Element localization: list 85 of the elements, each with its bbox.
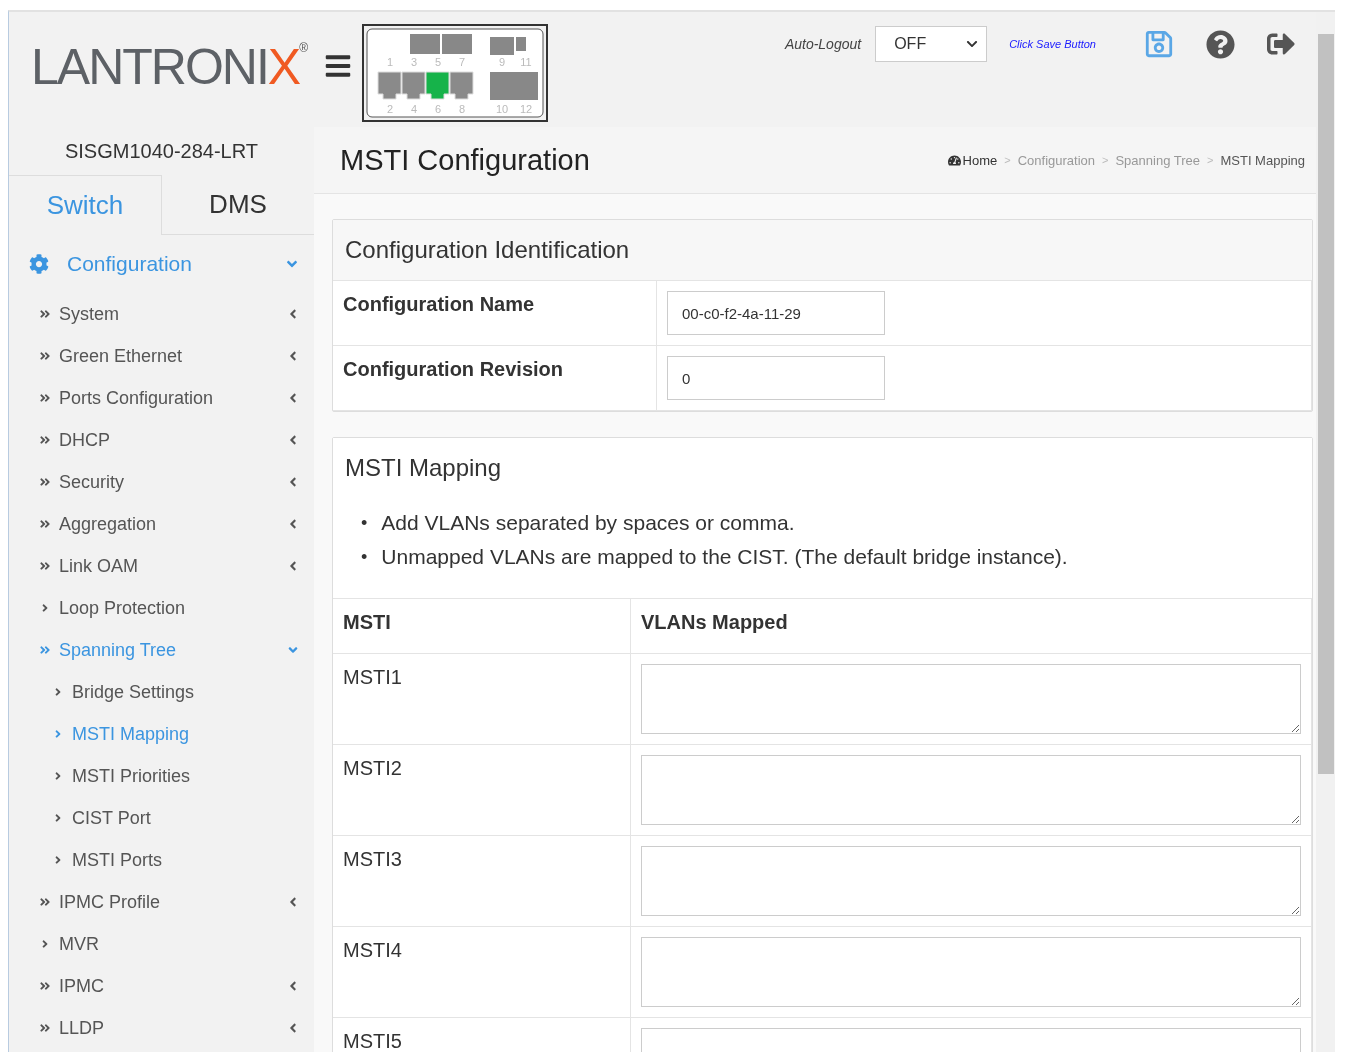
breadcrumb-link[interactable]: MSTI Mapping	[1220, 152, 1305, 168]
table-cell: MSTI3	[333, 836, 631, 927]
sfp-port-icon	[410, 34, 440, 54]
double-chevron-icon	[39, 308, 51, 320]
dashboard-icon	[947, 153, 961, 167]
menu-item[interactable]: Ports Configuration	[9, 377, 314, 419]
port-number: 2	[386, 103, 394, 115]
sfp-port-icon	[442, 34, 472, 54]
ethernet-port[interactable]	[401, 71, 426, 100]
port-number: 3	[410, 56, 418, 68]
page-title: MSTI Configuration	[340, 143, 590, 177]
breadcrumb-separator: >	[1102, 154, 1109, 166]
double-chevron-icon	[39, 560, 51, 572]
chevron-down-icon	[966, 38, 979, 50]
menu-item[interactable]: Green Ethernet	[9, 335, 314, 377]
field-label: Configuration Name	[333, 281, 657, 346]
breadcrumb-separator: >	[1004, 154, 1011, 166]
device-name: SISGM1040-284-LRT	[63, 138, 260, 164]
breadcrumb-separator: >	[1207, 154, 1214, 166]
gear-icon	[29, 254, 49, 274]
port-number: 7	[458, 56, 466, 68]
double-chevron-icon	[39, 980, 51, 992]
ethernet-port[interactable]	[425, 71, 450, 100]
double-chevron-icon	[39, 518, 51, 530]
save-icon[interactable]	[1144, 29, 1174, 59]
table-cell: MSTI1	[333, 654, 631, 745]
ethernet-port	[490, 37, 514, 55]
menu-item[interactable]: MSTI Priorities	[9, 755, 314, 797]
double-chevron-icon	[39, 350, 51, 362]
bullet: •	[361, 512, 368, 534]
vlans-text-area[interactable]	[641, 846, 1301, 916]
column-header: VLANs Mapped	[631, 599, 1312, 654]
menu-item[interactable]: Link OAM	[9, 545, 314, 587]
menu-item[interactable]: Aggregation	[9, 503, 314, 545]
field-label: Configuration Revision	[333, 346, 657, 411]
input-field[interactable]: 0	[667, 356, 885, 400]
menu-item[interactable]: System	[9, 293, 314, 335]
port-number: 1	[386, 56, 394, 68]
menu-item[interactable]: Loop Protection	[9, 587, 314, 629]
card-title: Configuration Identification	[333, 220, 1312, 281]
menu-item[interactable]: CIST Port	[9, 797, 314, 839]
double-chevron-icon	[39, 476, 51, 488]
vlans-text-area[interactable]	[641, 664, 1301, 734]
menu-item[interactable]: IPMC Profile	[9, 881, 314, 923]
port-number: 4	[410, 103, 418, 115]
save-hint: Click Save Button	[1009, 38, 1096, 50]
bullet: •	[361, 546, 368, 568]
menu-item[interactable]: MVR	[9, 923, 314, 965]
port-number: 6	[434, 103, 442, 115]
vlans-text-area[interactable]	[641, 755, 1301, 825]
menu-icon[interactable]	[324, 52, 352, 80]
menu-item[interactable]: Security	[9, 461, 314, 503]
ethernet-port[interactable]	[377, 71, 402, 100]
table-cell: MSTI5	[333, 1018, 631, 1052]
double-chevron-icon	[39, 1022, 51, 1034]
port-number: 9	[498, 56, 506, 68]
ethernet-port[interactable]	[449, 71, 474, 100]
vlans-text-area[interactable]	[641, 937, 1301, 1007]
auto-logout-label: Auto-Logout	[784, 36, 862, 52]
double-chevron-icon	[39, 896, 51, 908]
double-chevron-icon	[39, 392, 51, 404]
port-number: 5	[434, 56, 442, 68]
table-cell: MSTI2	[333, 745, 631, 836]
note-text: Unmapped VLANs are mapped to the CIST. (The default bridge instance).	[381, 544, 1068, 570]
port-number: 10	[495, 103, 509, 115]
note-text: Add VLANs separated by spaces or comma.	[381, 510, 795, 536]
menu-item[interactable]: IPMC	[9, 965, 314, 1007]
port-number: 8	[458, 103, 466, 115]
menu-item[interactable]: LLDP	[9, 1007, 314, 1049]
sfp-port-icon	[516, 37, 526, 51]
double-chevron-icon	[39, 434, 51, 446]
table-cell: MSTI4	[333, 927, 631, 1018]
port-number: 11	[520, 56, 532, 68]
breadcrumb-link[interactable]: Home	[947, 152, 998, 168]
input-field[interactable]: 00-c0-f2-4a-11-29	[667, 291, 885, 335]
auto-logout-select[interactable]: OFF	[875, 26, 988, 62]
sfp-port-icon	[490, 72, 538, 100]
lantronix-logo: LANTRONIX$^{®}$	[31, 42, 308, 92]
menu-item[interactable]: DHCP	[9, 419, 314, 461]
column-header: MSTI	[333, 599, 631, 654]
double-chevron-icon	[39, 644, 51, 656]
help-icon[interactable]	[1206, 29, 1235, 59]
port-number: 12	[519, 103, 533, 115]
menu-item[interactable]: Bridge Settings	[9, 671, 314, 713]
menu-item[interactable]: MSTI Ports	[9, 839, 314, 881]
